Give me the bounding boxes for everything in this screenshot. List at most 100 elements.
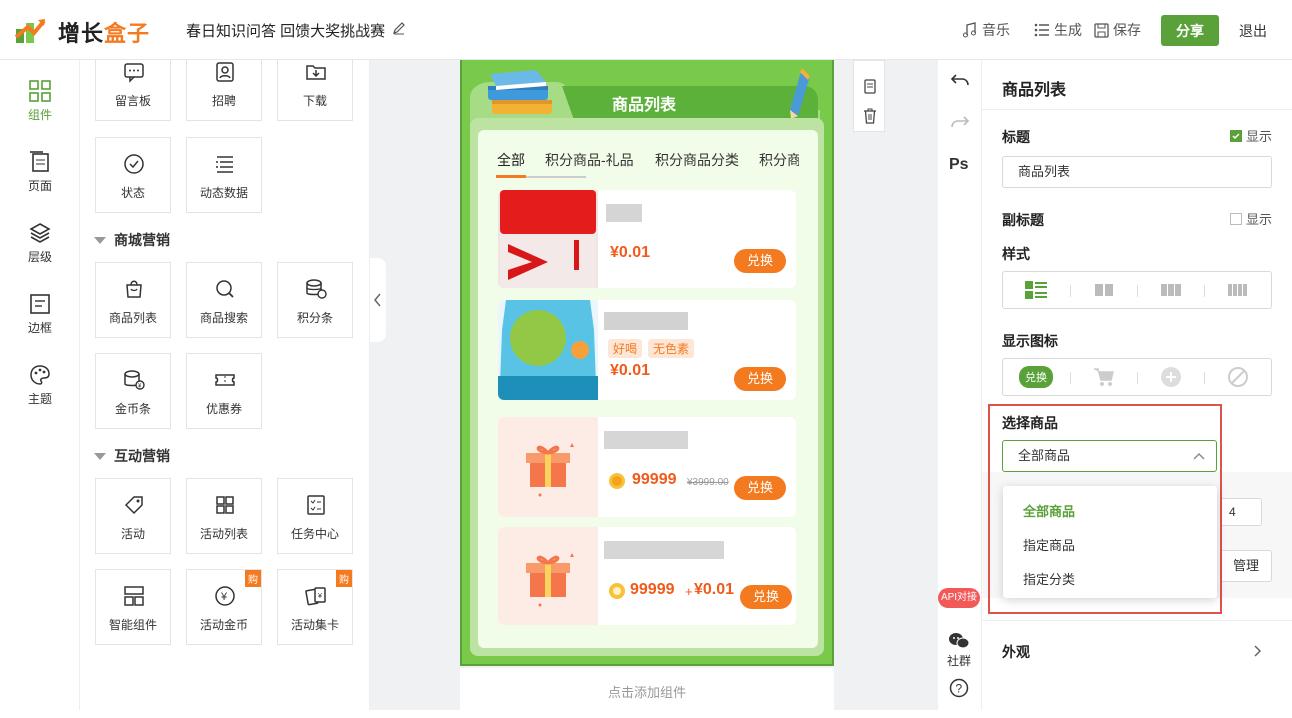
nav-theme[interactable]: 主题: [0, 364, 80, 407]
title-input[interactable]: 商品列表: [1002, 156, 1272, 188]
subtitle-label: 副标题: [1002, 212, 1044, 228]
component-task-center[interactable]: 任务中心: [277, 478, 353, 554]
card-label: 活动集卡: [290, 618, 339, 632]
save-button[interactable]: 保存: [1094, 20, 1141, 40]
pages-icon: [30, 151, 49, 172]
icon-cart-option[interactable]: [1071, 359, 1137, 395]
style-four-col-option[interactable]: [1205, 272, 1271, 308]
coin-icon: ¥: [215, 586, 235, 606]
icon-none-option[interactable]: [1205, 359, 1271, 395]
product-name-blurred: [606, 204, 642, 222]
redeem-button[interactable]: 兑换: [734, 476, 786, 500]
product-card[interactable]: ¥0.01 兑换: [498, 190, 796, 288]
style-list-option[interactable]: [1003, 272, 1069, 308]
style-two-col-option[interactable]: [1071, 272, 1137, 308]
component-toolbar: [853, 60, 885, 132]
subtitle-show-checkbox[interactable]: 显示: [1230, 209, 1272, 228]
check-circle-icon: [124, 154, 144, 174]
collapse-panel-handle[interactable]: [370, 258, 386, 342]
component-card-collect[interactable]: ¥ 活动集卡 购: [277, 569, 353, 645]
two-column-icon: [1095, 284, 1113, 296]
nav-layers[interactable]: 层级: [0, 222, 80, 265]
component-activity-coin[interactable]: ¥ 活动金币 购: [186, 569, 262, 645]
product-select[interactable]: 全部商品: [1002, 440, 1217, 472]
edit-icon[interactable]: [392, 21, 406, 35]
redeem-button[interactable]: 兑换: [734, 367, 786, 391]
component-activity[interactable]: 活动: [95, 478, 171, 554]
collapse-triangle-icon: [94, 452, 106, 460]
component-points-bar[interactable]: 积分条: [277, 262, 353, 338]
wechat-icon[interactable]: [948, 632, 970, 650]
component-smart[interactable]: 智能组件: [95, 569, 171, 645]
photoshop-button[interactable]: Ps: [949, 156, 969, 174]
component-coupon[interactable]: 优惠券: [186, 353, 262, 429]
icon-redeem-option[interactable]: 兑换: [1003, 359, 1069, 395]
palette-icon: [30, 365, 50, 385]
tab-points-more[interactable]: 积分商: [759, 150, 799, 170]
card-label: 活动金币: [199, 618, 248, 632]
api-connect-button[interactable]: API对接: [938, 588, 980, 608]
checklist-icon: [307, 495, 325, 515]
nav-border[interactable]: 边框: [0, 293, 80, 336]
appearance-label[interactable]: 外观: [1002, 642, 1030, 662]
tab-points-category[interactable]: 积分商品分类: [655, 150, 739, 170]
icon-plus-option[interactable]: [1138, 359, 1204, 395]
product-name-blurred: [604, 541, 724, 559]
component-activity-list[interactable]: 活动列表: [186, 478, 262, 554]
generate-label: 生成: [1054, 22, 1082, 38]
music-button[interactable]: 音乐: [962, 20, 1010, 40]
manage-button[interactable]: 管理: [1220, 550, 1272, 582]
product-card[interactable]: 99999 + ¥0.01 兑换: [498, 527, 796, 625]
style-three-col-option[interactable]: [1138, 272, 1204, 308]
cart-icon: [1094, 368, 1114, 386]
redeem-button[interactable]: 兑换: [740, 585, 792, 609]
redeem-button[interactable]: 兑换: [734, 249, 786, 273]
nav-pages[interactable]: 页面: [0, 151, 80, 194]
option-specified-products[interactable]: 指定商品: [1023, 535, 1075, 554]
document-title[interactable]: 春日知识问答 回馈大奖挑战赛: [186, 20, 385, 41]
title-label: 标题: [1002, 129, 1030, 145]
component-download[interactable]: 下载: [277, 60, 353, 121]
option-all-products[interactable]: 全部商品: [1023, 501, 1075, 520]
tab-all[interactable]: 全部: [497, 150, 525, 170]
exit-button[interactable]: 退出: [1239, 21, 1267, 41]
component-status[interactable]: 状态: [95, 137, 171, 213]
card-label: 智能组件: [108, 618, 157, 632]
component-dynamic-data[interactable]: 动态数据: [186, 137, 262, 213]
redo-icon[interactable]: [950, 114, 970, 132]
tab-points-gift[interactable]: 积分商品-礼品: [545, 150, 634, 170]
layers-icon: [29, 223, 51, 243]
checkbox-checked-icon: [1230, 129, 1242, 142]
count-input[interactable]: 4: [1220, 498, 1262, 526]
add-component-area[interactable]: 点击添加组件: [460, 668, 834, 710]
nav-label: 组件: [27, 108, 52, 122]
coin-icon: [609, 473, 625, 489]
shopping-bag-icon: [126, 280, 142, 298]
product-card[interactable]: 99999 ¥3999.00 兑换: [498, 417, 796, 517]
undo-icon[interactable]: [950, 72, 970, 90]
chevron-right-icon[interactable]: [1252, 644, 1262, 658]
share-button[interactable]: 分享: [1161, 15, 1219, 46]
logo-icon: [14, 19, 46, 43]
help-icon[interactable]: ?: [949, 678, 969, 698]
trash-icon[interactable]: [862, 107, 878, 125]
style-label: 样式: [1002, 246, 1030, 262]
save-label: 保存: [1113, 22, 1141, 38]
component-message-board[interactable]: 留言板: [95, 60, 171, 121]
section-interactive-marketing[interactable]: 互动营销: [94, 446, 170, 466]
component-product-list[interactable]: 商品列表: [95, 262, 171, 338]
chevron-up-icon: [1193, 453, 1205, 460]
section-mall-marketing[interactable]: 商城营销: [94, 230, 170, 250]
title-show-checkbox[interactable]: 显示: [1230, 126, 1272, 145]
component-product-search[interactable]: 商品搜索: [186, 262, 262, 338]
option-specified-category[interactable]: 指定分类: [1023, 569, 1075, 588]
buy-badge: 购: [336, 570, 352, 587]
copy-icon[interactable]: [862, 77, 878, 95]
component-recruit[interactable]: 招聘: [186, 60, 262, 121]
product-card[interactable]: 好喝 无色素 ¥0.01 兑换: [498, 300, 796, 400]
chevron-left-icon: [374, 293, 381, 307]
nav-components[interactable]: 组件: [0, 80, 80, 123]
generate-button[interactable]: 生成: [1034, 20, 1082, 40]
component-coin-bar[interactable]: ¥ 金币条: [95, 353, 171, 429]
tab-scrollbar[interactable]: [526, 176, 586, 178]
